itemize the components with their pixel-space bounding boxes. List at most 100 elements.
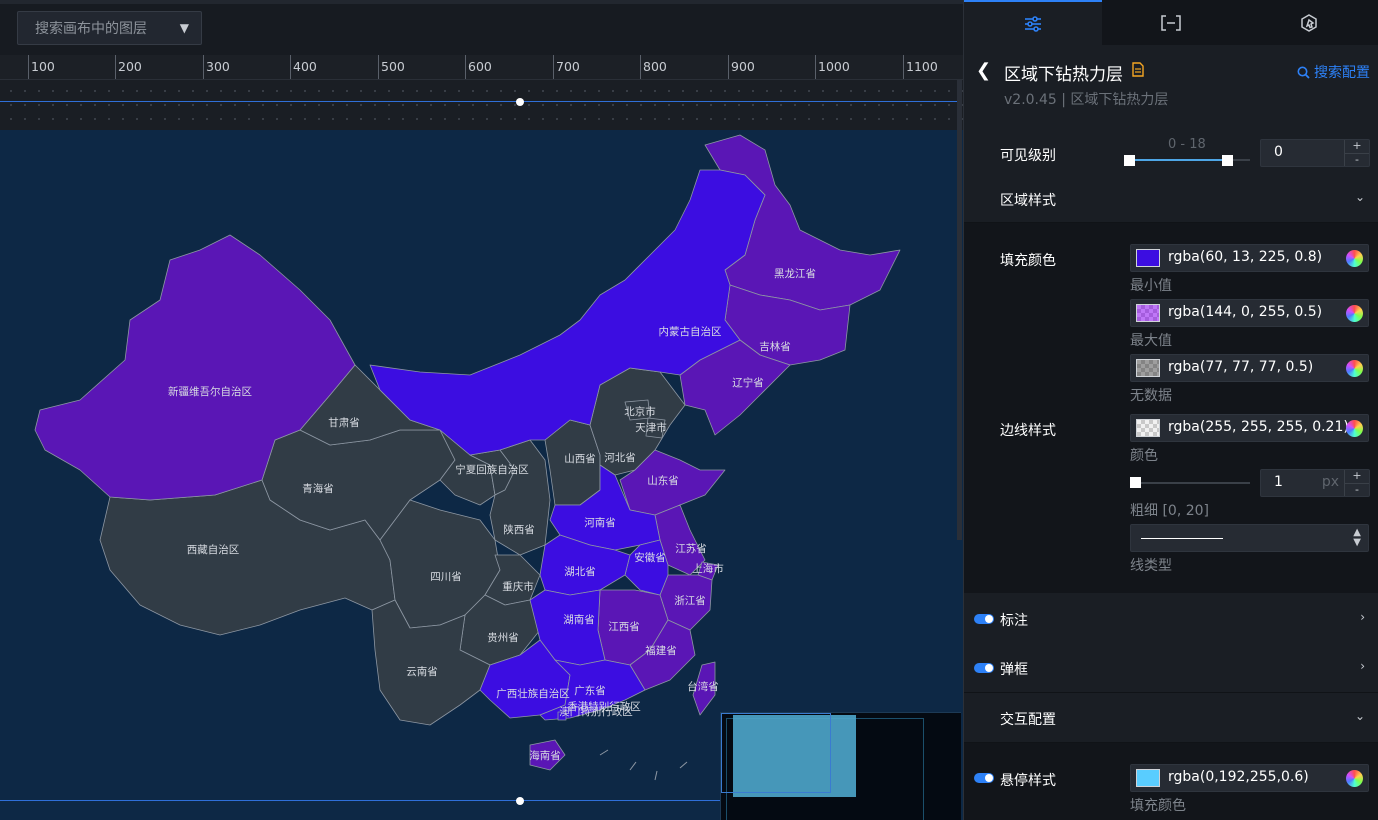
annotation-toggle[interactable] xyxy=(974,614,994,624)
map-label: 辽宁省 xyxy=(732,376,764,389)
hover-color-field[interactable]: rgba(0,192,255,0.6) xyxy=(1130,764,1369,792)
annotation-section-header[interactable]: 标注 › xyxy=(964,594,1378,644)
map-label: 河南省 xyxy=(584,516,616,529)
border-width-stepper[interactable]: + - xyxy=(1344,470,1369,496)
horizontal-ruler[interactable]: 100 200 300 400 500 600 700 800 900 1000… xyxy=(0,55,963,80)
back-chevron-icon[interactable]: ❮ xyxy=(976,60,991,81)
search-icon xyxy=(1297,66,1310,79)
ruler-tick: 200 xyxy=(115,55,142,79)
hover-style-label: 悬停样式 xyxy=(1000,773,1056,789)
line-type-select[interactable]: ▲ ▼ xyxy=(1130,524,1369,552)
ruler-label: 1000 xyxy=(818,59,850,74)
resize-handle-bottom[interactable] xyxy=(516,797,524,805)
search-config-label: 搜索配置 xyxy=(1314,65,1370,81)
border-color-field[interactable]: rgba(255, 255, 255, 0.21) xyxy=(1130,414,1369,442)
popup-toggle[interactable] xyxy=(974,663,994,673)
nodata-color-swatch[interactable] xyxy=(1136,359,1160,377)
solid-line-preview xyxy=(1141,538,1223,539)
ruler-tick: 500 xyxy=(378,55,405,79)
map-label: 陕西省 xyxy=(503,523,535,536)
map-label: 吉林省 xyxy=(759,340,791,353)
fill-color-label: 填充颜色 xyxy=(1000,253,1056,269)
color-wheel-icon[interactable] xyxy=(1346,770,1363,787)
visible-level-min-handle[interactable] xyxy=(1124,155,1135,166)
resize-handle-top[interactable] xyxy=(516,98,524,106)
map-label: 江苏省 xyxy=(675,542,707,555)
ruler-label: 200 xyxy=(118,59,142,74)
min-color-field[interactable]: rgba(60, 13, 225, 0.8) xyxy=(1130,244,1369,272)
increment-button[interactable]: + xyxy=(1345,470,1369,484)
ruler-tick: 1000 xyxy=(815,55,850,79)
tab-data[interactable] xyxy=(1102,0,1240,45)
decrement-button[interactable]: - xyxy=(1345,484,1369,497)
border-width-label: 粗细 [0, 20] xyxy=(1130,503,1209,519)
component-header: ❮ 区域下钻热力层 搜索配置 v2.0.45 | 区域下钻热力层 xyxy=(964,45,1378,120)
visible-level-slider-fill xyxy=(1130,159,1227,161)
color-wheel-icon[interactable] xyxy=(1346,305,1363,322)
map-label: 山东省 xyxy=(647,474,679,487)
map-label: 四川省 xyxy=(430,570,462,583)
map-region-anhui[interactable] xyxy=(624,539,669,596)
decrement-button[interactable]: - xyxy=(1345,154,1369,167)
ruler-tick: 1100 xyxy=(903,55,938,79)
color-wheel-icon[interactable] xyxy=(1346,420,1363,437)
popup-label: 弹框 xyxy=(1000,662,1028,678)
layer-search-input[interactable]: 搜索画布中的图层 ▼ xyxy=(17,11,202,45)
interaction-section-header[interactable]: 交互配置 ⌄ xyxy=(964,693,1378,743)
popup-section-header[interactable]: 弹框 › xyxy=(964,643,1378,693)
map-label: 新疆维吾尔自治区 xyxy=(168,385,252,398)
border-width-input[interactable]: 1 px + - xyxy=(1260,469,1370,497)
area-style-section-header[interactable]: 区域样式 ⌄ xyxy=(964,174,1378,223)
hover-color-swatch[interactable] xyxy=(1136,769,1160,787)
min-color-value: rgba(60, 13, 225, 0.8) xyxy=(1168,249,1323,265)
tab-interaction[interactable] xyxy=(1240,0,1378,45)
document-icon[interactable] xyxy=(1132,62,1144,77)
search-config-link[interactable]: 搜索配置 xyxy=(1297,62,1370,82)
canvas-minimap[interactable] xyxy=(720,712,961,820)
tab-settings[interactable] xyxy=(964,0,1102,45)
map-label: 甘肃省 xyxy=(328,416,360,429)
area-style-label: 区域样式 xyxy=(1000,193,1056,209)
map-label: 澳门特别行政区 xyxy=(559,705,633,718)
area-style-body: 填充颜色 rgba(60, 13, 225, 0.8) 最小值 rgba(144… xyxy=(964,223,1378,593)
increment-button[interactable]: + xyxy=(1345,140,1369,154)
map-label: 天津市 xyxy=(635,421,667,434)
ruler-tick: 700 xyxy=(553,55,580,79)
editor-canvas-area: 搜索画布中的图层 ▼ 100 200 300 400 500 600 700 8… xyxy=(0,0,963,820)
color-wheel-icon[interactable] xyxy=(1346,250,1363,267)
nodata-color-value: rgba(77, 77, 77, 0.5) xyxy=(1168,359,1314,375)
ruler-tick: 900 xyxy=(728,55,755,79)
chevron-down-icon[interactable]: ▼ xyxy=(180,21,189,35)
map-label: 广西壮族自治区 xyxy=(496,687,570,700)
max-color-field[interactable]: rgba(144, 0, 255, 0.5) xyxy=(1130,299,1369,327)
min-color-swatch[interactable] xyxy=(1136,249,1160,267)
hover-style-toggle[interactable] xyxy=(974,773,994,783)
border-width-handle[interactable] xyxy=(1130,477,1141,488)
max-color-swatch[interactable] xyxy=(1136,304,1160,322)
visible-level-input[interactable]: 0 + - xyxy=(1260,139,1370,167)
border-color-swatch[interactable] xyxy=(1136,419,1160,437)
nodata-label: 无数据 xyxy=(1130,388,1172,404)
ruler-tick: 400 xyxy=(290,55,317,79)
visible-level-value: 0 xyxy=(1274,144,1283,160)
map-label: 江西省 xyxy=(608,620,640,633)
south-sea-dashes xyxy=(599,749,688,781)
visible-level-stepper[interactable]: + - xyxy=(1344,140,1369,166)
interaction-icon xyxy=(1301,13,1317,32)
color-wheel-icon[interactable] xyxy=(1346,360,1363,377)
chevron-down-icon: ⌄ xyxy=(1354,190,1365,204)
border-style-label: 边线样式 xyxy=(1000,423,1056,439)
border-color-label: 颜色 xyxy=(1130,448,1158,464)
chevron-right-icon: › xyxy=(1360,659,1365,673)
ruler-label: 1100 xyxy=(906,59,938,74)
nodata-color-field[interactable]: rgba(77, 77, 77, 0.5) xyxy=(1130,354,1369,382)
annotation-label: 标注 xyxy=(1000,613,1028,629)
ruler-tick: 600 xyxy=(465,55,492,79)
minimap-viewport[interactable] xyxy=(721,713,831,793)
data-bracket-icon xyxy=(1161,14,1181,31)
vertical-scrollbar[interactable] xyxy=(957,80,962,540)
chevron-down-icon: ⌄ xyxy=(1354,709,1365,723)
line-type-label: 线类型 xyxy=(1130,558,1172,574)
visible-level-max-handle[interactable] xyxy=(1222,155,1233,166)
border-width-slider[interactable] xyxy=(1130,482,1250,484)
